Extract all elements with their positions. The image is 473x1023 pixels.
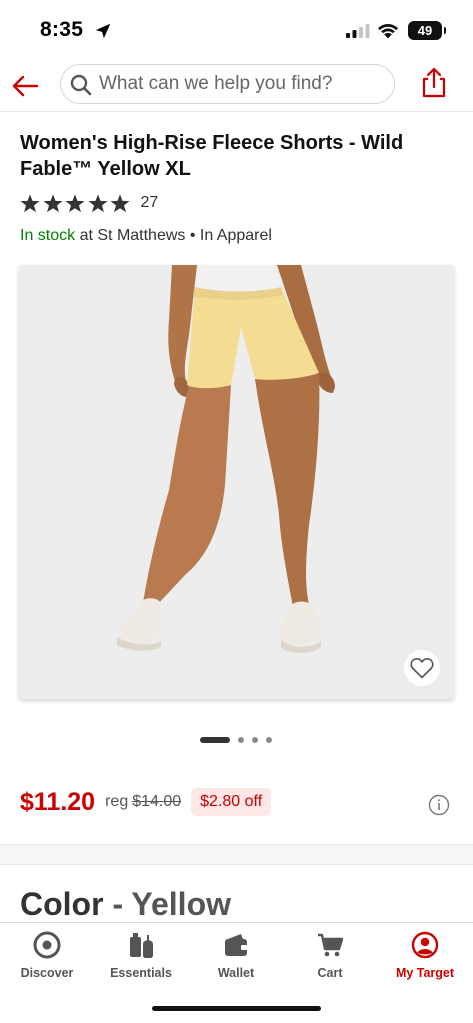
star-icon xyxy=(43,193,62,212)
back-arrow-icon[interactable] xyxy=(10,71,40,101)
tab-label: Cart xyxy=(317,966,343,980)
account-icon xyxy=(411,931,439,959)
tab-wallet[interactable]: Wallet xyxy=(191,931,281,980)
target-logo-icon xyxy=(33,931,61,959)
color-heading: Color - Yellow xyxy=(20,886,231,923)
battery-indicator: 49 xyxy=(408,21,446,40)
info-icon[interactable] xyxy=(428,794,450,816)
review-count: 27 xyxy=(140,194,159,211)
cellular-signal-icon xyxy=(346,24,370,38)
star-icon xyxy=(110,193,130,212)
rating-row[interactable]: 27 xyxy=(20,192,158,214)
discount-badge: $2.80 off xyxy=(191,788,272,816)
color-separator: - xyxy=(103,886,132,922)
home-indicator xyxy=(152,1006,321,1011)
tab-label: My Target xyxy=(395,966,455,980)
tab-cart[interactable]: Cart xyxy=(285,931,375,980)
star-icon xyxy=(65,193,85,212)
tab-label: Wallet xyxy=(217,966,255,980)
search-icon xyxy=(70,74,92,96)
section-divider xyxy=(0,844,473,865)
wifi-icon xyxy=(378,24,398,39)
product-image xyxy=(19,265,454,699)
stock-row: In stock at St Matthews • In Apparel xyxy=(20,227,272,245)
search-bar[interactable] xyxy=(60,64,395,104)
stock-location[interactable]: at St Matthews • In Apparel xyxy=(75,227,272,244)
regular-price: $14.00 xyxy=(132,793,182,810)
tab-essentials[interactable]: Essentials xyxy=(96,931,186,980)
tab-discover[interactable]: Discover xyxy=(2,931,92,980)
location-arrow-icon xyxy=(95,23,111,39)
tab-my-target[interactable]: My Target xyxy=(380,931,470,980)
status-time: 8:35 xyxy=(40,18,84,41)
top-nav xyxy=(0,62,473,112)
reg-label: reg xyxy=(105,793,129,810)
product-image-carousel[interactable] xyxy=(19,265,454,699)
heart-icon xyxy=(410,658,434,679)
tab-label: Essentials xyxy=(110,966,172,980)
product-title: Women's High-Rise Fleece Shorts - Wild F… xyxy=(20,132,404,180)
color-value: Yellow xyxy=(131,886,231,922)
sale-price: $11.20 xyxy=(20,787,96,816)
cart-icon xyxy=(318,933,344,957)
carousel-pagination[interactable] xyxy=(200,737,280,743)
status-bar: 8:35 49 xyxy=(0,0,473,62)
share-icon[interactable] xyxy=(420,66,448,98)
essentials-icon xyxy=(130,933,153,958)
stock-status: In stock xyxy=(20,227,76,244)
carousel-dot[interactable] xyxy=(266,737,272,743)
carousel-dot-active[interactable] xyxy=(200,737,230,743)
star-icon xyxy=(88,193,107,212)
search-input[interactable] xyxy=(99,65,389,103)
favorite-button[interactable] xyxy=(404,650,440,686)
color-label: Color xyxy=(20,886,104,922)
star-icon xyxy=(20,193,40,212)
price-row: $11.20 reg $14.00 $2.80 off xyxy=(20,786,272,818)
carousel-dot[interactable] xyxy=(252,737,258,743)
tab-label: Discover xyxy=(20,966,74,980)
carousel-dot[interactable] xyxy=(238,737,244,743)
wallet-icon xyxy=(225,934,247,956)
